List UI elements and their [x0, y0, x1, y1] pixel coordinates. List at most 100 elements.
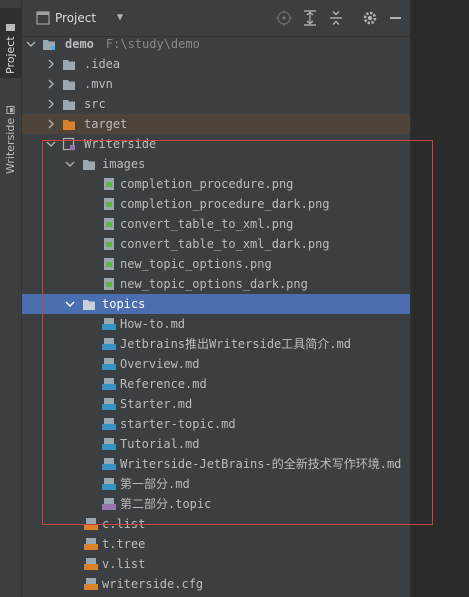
- locate-target-icon[interactable]: [275, 9, 293, 27]
- tree-row-topic-file[interactable]: Jetbrains推出Writerside工具简介.md: [22, 334, 410, 354]
- file-label: Starter.md: [120, 397, 193, 411]
- file-label: t.tree: [102, 537, 146, 551]
- tree-row-image-file[interactable]: new_topic_options_dark.png: [22, 274, 410, 294]
- excluded-folder-icon: [63, 120, 75, 130]
- project-panel-header: Project ▼: [22, 0, 410, 37]
- tool-window-strip: Project Writerside: [0, 0, 22, 597]
- xml-file-icon: [84, 558, 98, 570]
- file-label: convert_table_to_xml_dark.png: [120, 237, 330, 251]
- editor-area: [410, 0, 469, 597]
- topic-file-icon: [102, 498, 116, 510]
- markdown-file-icon: [102, 418, 116, 430]
- file-label: Writerside-JetBrains-的全新技术写作环境.md: [120, 457, 402, 471]
- project-tool-tab-label: Project: [4, 36, 17, 74]
- markdown-file-icon: [102, 318, 116, 330]
- file-label: c.list: [102, 517, 146, 531]
- tree-row-image-file[interactable]: new_topic_options.png: [22, 254, 410, 274]
- tree-row-config-file[interactable]: t.tree: [22, 534, 410, 554]
- chevron-right-icon[interactable]: [46, 59, 56, 69]
- tree-row-images[interactable]: images: [22, 154, 410, 174]
- xml-file-icon: [84, 518, 98, 530]
- folder-label: .idea: [84, 57, 121, 71]
- tree-row-topic-file[interactable]: 第二部分.topic: [22, 494, 410, 514]
- file-label: 第二部分.topic: [120, 497, 212, 511]
- markdown-file-icon: [102, 358, 116, 370]
- chevron-down-icon[interactable]: [46, 139, 56, 149]
- file-label: Tutorial.md: [120, 437, 200, 451]
- hide-panel-icon[interactable]: [387, 9, 405, 27]
- writerside-tool-tab-label: Writerside: [4, 117, 17, 174]
- tree-row-idea[interactable]: .idea: [22, 54, 410, 74]
- file-label: convert_table_to_xml.png: [120, 217, 294, 231]
- image-file-icon: [104, 238, 114, 250]
- markdown-file-icon: [102, 438, 116, 450]
- image-file-icon: [104, 218, 114, 230]
- tree-row-topic-file[interactable]: Starter.md: [22, 394, 410, 414]
- folder-icon: [83, 160, 95, 170]
- expand-all-icon[interactable]: [301, 9, 319, 27]
- tree-row-image-file[interactable]: completion_procedure.png: [22, 174, 410, 194]
- chevron-right-icon[interactable]: [46, 99, 56, 109]
- folder-label: src: [84, 97, 106, 111]
- tree-row-config-file[interactable]: v.list: [22, 554, 410, 574]
- file-label: How-to.md: [120, 317, 186, 331]
- tree-row-topic-file[interactable]: Overview.md: [22, 354, 410, 374]
- folder-label: images: [102, 157, 146, 171]
- chevron-right-icon[interactable]: [46, 119, 56, 129]
- markdown-file-icon: [102, 338, 116, 350]
- chevron-right-icon[interactable]: [46, 79, 56, 89]
- tree-row-config-file[interactable]: writerside.cfg: [22, 574, 410, 594]
- file-label: v.list: [102, 557, 146, 571]
- tree-row-topic-file[interactable]: Reference.md: [22, 374, 410, 394]
- chevron-down-icon[interactable]: [65, 299, 75, 309]
- chevron-down-icon[interactable]: [65, 159, 75, 169]
- folder-icon: [6, 24, 15, 32]
- xml-file-icon: [84, 538, 98, 550]
- gear-icon[interactable]: [361, 9, 379, 27]
- tree-row-mvn[interactable]: .mvn: [22, 74, 410, 94]
- file-label: new_topic_options.png: [120, 257, 272, 271]
- file-label: starter-topic.md: [120, 417, 236, 431]
- tree-row-image-file[interactable]: convert_table_to_xml.png: [22, 214, 410, 234]
- file-label: new_topic_options_dark.png: [120, 277, 308, 291]
- project-tool-tab[interactable]: Project: [0, 8, 21, 78]
- chevron-down-icon[interactable]: [26, 39, 36, 49]
- collapse-all-icon[interactable]: [327, 9, 345, 27]
- writerside-module-icon: [62, 137, 75, 151]
- file-label: 第一部分.md: [120, 477, 190, 491]
- tree-row-config-file[interactable]: c.list: [22, 514, 410, 534]
- tree-row-topic-file[interactable]: How-to.md: [22, 314, 410, 334]
- view-dropdown-chevron-icon[interactable]: ▼: [117, 12, 123, 23]
- folder-label: Writerside: [84, 137, 157, 151]
- tree-row-topic-file[interactable]: Writerside-JetBrains-的全新技术写作环境.md: [22, 454, 410, 474]
- tree-row-image-file[interactable]: convert_table_to_xml_dark.png: [22, 234, 410, 254]
- folder-label: topics: [102, 297, 146, 311]
- folder-icon: [63, 60, 75, 70]
- tree-row-topic-file[interactable]: Tutorial.md: [22, 434, 410, 454]
- tree-row-target[interactable]: target: [22, 114, 410, 134]
- folder-label: .mvn: [84, 77, 113, 91]
- folder-icon: [63, 80, 75, 90]
- image-file-icon: [104, 178, 114, 190]
- tree-row-src[interactable]: src: [22, 94, 410, 114]
- tree-row-topic-file[interactable]: starter-topic.md: [22, 414, 410, 434]
- image-file-icon: [104, 258, 114, 270]
- file-label: Reference.md: [120, 377, 207, 391]
- folder-icon: [83, 300, 95, 310]
- writerside-icon: [6, 105, 15, 114]
- panel-title: Project: [55, 11, 97, 25]
- project-panel: Project ▼ demo F:\study\demo .idea .mvn …: [22, 0, 410, 597]
- file-label: completion_procedure.png: [120, 177, 294, 191]
- root-path: F:\study\demo: [105, 37, 200, 51]
- root-name: demo: [65, 37, 94, 51]
- tree-row-writerside[interactable]: Writerside: [22, 134, 410, 154]
- writerside-tool-tab[interactable]: Writerside: [0, 92, 21, 178]
- tree-row-root[interactable]: demo F:\study\demo: [22, 34, 410, 54]
- tree-row-topics[interactable]: topics: [22, 294, 410, 314]
- markdown-file-icon: [102, 478, 116, 490]
- image-file-icon: [104, 278, 114, 290]
- tree-row-image-file[interactable]: completion_procedure_dark.png: [22, 194, 410, 214]
- folder-icon: [63, 100, 75, 110]
- folder-label: target: [84, 117, 128, 131]
- tree-row-topic-file[interactable]: 第一部分.md: [22, 474, 410, 494]
